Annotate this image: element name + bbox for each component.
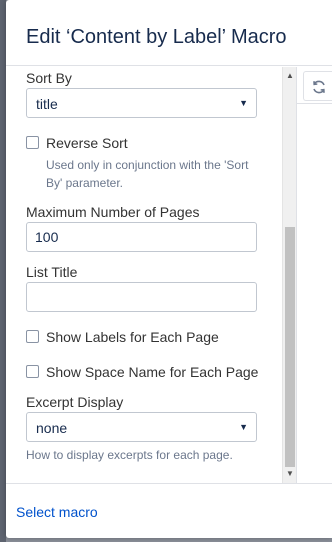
show-labels-row: Show Labels for Each Page	[26, 328, 266, 346]
sort-by-value: title	[36, 96, 58, 112]
macro-parameters-form: Sort By title ▼ Reverse Sort Used only i…	[6, 67, 282, 483]
reverse-sort-checkbox[interactable]	[26, 136, 39, 149]
reverse-sort-help-line-1: Used only in conjunction with the 'Sort	[46, 158, 249, 172]
chevron-down-icon: ▼	[239, 98, 248, 108]
show-space-name-row: Show Space Name for Each Page	[26, 363, 266, 381]
preview-divider	[297, 103, 332, 104]
reverse-sort-row: Reverse Sort	[26, 134, 266, 152]
scrollbar-thumb[interactable]	[285, 227, 295, 467]
dialog-title: Edit ‘Content by Label’ Macro	[26, 26, 287, 48]
scroll-down-arrow-icon[interactable]: ▼	[283, 467, 297, 481]
scroll-up-arrow-icon[interactable]: ▲	[283, 69, 297, 83]
sort-by-select[interactable]: title ▼	[26, 88, 257, 118]
excerpt-display-help: How to display excerpts for each page.	[26, 448, 233, 462]
select-macro-link[interactable]: Select macro	[16, 503, 98, 521]
refresh-icon	[313, 80, 325, 94]
max-pages-label: Maximum Number of Pages	[26, 204, 200, 220]
reverse-sort-label[interactable]: Reverse Sort	[46, 134, 128, 152]
macro-preview-pane	[296, 67, 332, 483]
sort-by-label: Sort By	[26, 70, 72, 86]
macro-editor-dialog: Edit ‘Content by Label’ Macro Sort By ti…	[6, 0, 332, 538]
excerpt-display-select[interactable]: none ▼	[26, 412, 257, 442]
excerpt-display-value: none	[36, 420, 68, 436]
form-scrollbar[interactable]: ▲ ▼	[282, 67, 296, 483]
show-labels-label[interactable]: Show Labels for Each Page	[46, 328, 219, 346]
excerpt-display-label: Excerpt Display	[26, 394, 124, 410]
show-space-name-checkbox[interactable]	[26, 365, 39, 378]
dialog-footer: Select macro	[6, 483, 332, 538]
list-title-input[interactable]	[26, 282, 257, 312]
list-title-label: List Title	[26, 264, 78, 280]
chevron-down-icon: ▼	[239, 422, 248, 432]
dialog-header: Edit ‘Content by Label’ Macro	[6, 0, 332, 66]
max-pages-input[interactable]	[26, 222, 257, 252]
show-space-name-label[interactable]: Show Space Name for Each Page	[46, 363, 258, 381]
reverse-sort-help-line-2: By' parameter.	[46, 176, 123, 190]
show-labels-checkbox[interactable]	[26, 330, 39, 343]
refresh-preview-button[interactable]	[303, 71, 332, 101]
